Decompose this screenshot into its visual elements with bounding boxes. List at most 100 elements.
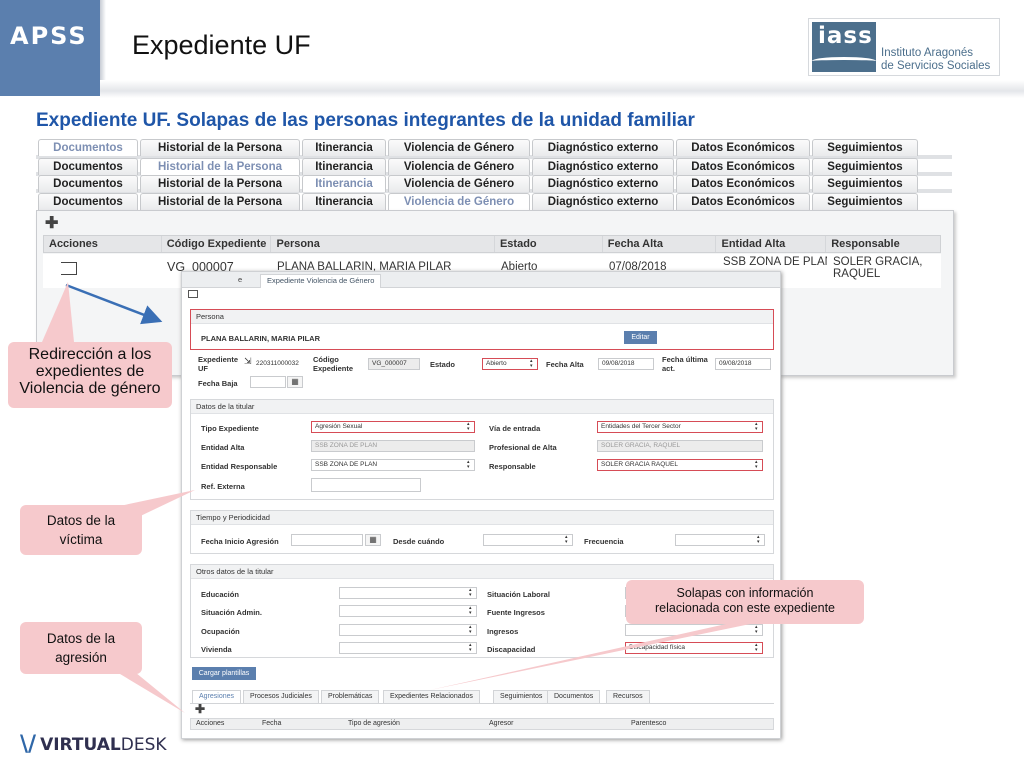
estado-select[interactable]: Abierto [482,358,538,370]
fecha-alta-label: Fecha Alta [546,360,584,369]
fecha-inicio-field[interactable] [291,534,363,546]
expediente-uf-value: 220311000032 [256,360,299,367]
desde-cuando-select[interactable] [483,534,573,546]
persona-name: PLANA BALLARIN, MARIA PILAR [201,334,321,343]
tab-procesos-judiciales[interactable]: Procesos Judiciales [243,690,319,703]
tab-bar-2: Documentos Historial de la Persona Itine… [38,158,920,175]
print-icon[interactable] [188,290,198,298]
ref-externa-input[interactable] [311,478,421,492]
tab-documentos[interactable]: Documentos [38,158,138,175]
tab-datos-economicos[interactable]: Datos Económicos [676,158,810,175]
tab-datos-economicos[interactable]: Datos Económicos [676,139,810,156]
vivienda-label: Vivienda [201,645,232,654]
virtualdesk-text-desk: DESK [120,734,167,755]
ocupacion-select[interactable] [339,624,477,636]
responsable-line1: SOLER GRACIA, [833,256,923,268]
tab-historial[interactable]: Historial de la Persona [140,193,300,210]
ingresos-label: Ingresos [487,627,519,636]
situacion-admin-select[interactable] [339,605,477,617]
tab-itinerancia[interactable]: Itinerancia [302,193,386,210]
tab-bar-1: Documentos Historial de la Persona Itine… [38,139,920,156]
col-tipo-agresion: Tipo de agresión [348,720,400,727]
tab-documentos[interactable]: Documentos [547,690,601,703]
titular-section: Datos de la titular Tipo Expediente Agre… [190,399,774,500]
callout-victima-line1: Datos de la [46,513,116,528]
callout-agresion-line1: Datos de la [46,631,116,646]
calendar-icon[interactable]: ▦ [365,534,381,546]
tab-itinerancia[interactable]: Itinerancia [302,175,386,192]
tab-violencia[interactable]: Violencia de Género [388,193,530,210]
callout-redireccion-line1: Redirección a los [28,346,152,363]
via-entrada-select[interactable]: Entidades del Tercer Sector [597,421,763,433]
edit-button[interactable]: Editar [624,331,657,344]
tab-expedientes-relacionados[interactable]: Expedientes Relacionados [383,690,480,703]
expediente-uf-link-icon[interactable]: ⇲ [244,356,252,367]
fecha-alta-field[interactable]: 09/08/2018 [598,358,654,370]
iass-logo: iass Instituto Aragonés de Servicios Soc… [808,18,1000,76]
form-tab-prev[interactable]: e [232,274,248,288]
frecuencia-select[interactable] [675,534,765,546]
tab-diagnostico[interactable]: Diagnóstico externo [532,158,674,175]
tab-seguimientos[interactable]: Seguimientos [812,193,918,210]
tab-datos-economicos[interactable]: Datos Económicos [676,193,810,210]
tab-seguimientos[interactable]: Seguimientos [493,690,550,703]
callout-agresion: Datos de la agresión [20,622,142,674]
fecha-baja-field[interactable] [250,376,286,388]
tab-seguimientos[interactable]: Seguimientos [812,158,918,175]
redirect-icon[interactable] [61,262,77,275]
persona-section-title: Persona [191,310,773,324]
tab-violencia[interactable]: Violencia de Género [388,175,530,192]
tab-historial[interactable]: Historial de la Persona [140,175,300,192]
persona-section: Persona PLANA BALLARIN, MARIA PILAR Edit… [190,309,774,350]
tab-documentos[interactable]: Documentos [38,175,138,192]
fecha-ultima-field: 09/08/2018 [715,358,771,370]
tab-violencia[interactable]: Violencia de Género [388,158,530,175]
tab-historial[interactable]: Historial de la Persona [140,158,300,175]
add-agresion-icon[interactable]: ✚ [195,702,205,716]
col-fecha-alta: Fecha Alta [603,236,717,252]
tab-diagnostico[interactable]: Diagnóstico externo [532,139,674,156]
entidad-responsable-select[interactable]: SSB ZONA DE PLAN [311,459,475,471]
tab-recursos[interactable]: Recursos [606,690,650,703]
tab-itinerancia[interactable]: Itinerancia [302,158,386,175]
educacion-select[interactable] [339,587,477,599]
tab-violencia[interactable]: Violencia de Género [388,139,530,156]
frecuencia-label: Frecuencia [584,537,624,546]
tab-datos-economicos[interactable]: Datos Económicos [676,175,810,192]
discapacidad-select[interactable]: Discapacidad física [625,642,763,654]
cargar-plantillas-button[interactable]: Cargar plantillas [192,667,256,680]
vivienda-select[interactable] [339,642,477,654]
tab-documentos[interactable]: Documentos [38,139,138,156]
tab-diagnostico[interactable]: Diagnóstico externo [532,175,674,192]
tab-seguimientos[interactable]: Seguimientos [812,175,918,192]
callout-solapas-line1: Solapas con información [676,586,814,600]
cell-responsable: SOLER GRACIA, RAQUEL [827,254,941,288]
cell-acciones [43,254,161,288]
titular-section-title: Datos de la titular [191,400,773,414]
estado-label: Estado [430,360,456,369]
situacion-laboral-label: Situación Laboral [487,590,550,599]
col-acciones: Acciones [196,720,225,727]
callout-redireccion-line2: expedientes de [35,363,145,380]
tab-problematicas[interactable]: Problemáticas [321,690,380,703]
tab-historial[interactable]: Historial de la Persona [140,139,300,156]
tipo-expediente-select[interactable]: Agresión Sexual [311,421,475,433]
form-tab-expediente-vg[interactable]: Expediente Violencia de Género [260,274,382,288]
responsable-select[interactable]: SOLER GRACIA RAQUEL [597,459,763,471]
desde-cuando-label: Desde cuándo [393,537,445,546]
ingresos-select[interactable] [625,624,763,636]
tab-documentos[interactable]: Documentos [38,193,138,210]
tab-itinerancia[interactable]: Itinerancia [302,139,386,156]
add-icon[interactable]: ✚ [45,213,58,233]
tab-seguimientos[interactable]: Seguimientos [812,139,918,156]
col-parentesco: Parentesco [631,720,667,727]
tab-underline [190,703,774,704]
apss-logo: APSS [0,0,100,96]
calendar-icon[interactable]: ▦ [287,376,303,388]
profesional-alta-field: SOLER GRACIA, RAQUEL [597,440,763,452]
form-tabs: e Expediente Violencia de Género [182,272,780,288]
ocupacion-label: Ocupación [201,627,240,636]
tab-diagnostico[interactable]: Diagnóstico externo [532,193,674,210]
virtualdesk-logo: \/ VIRTUALDESK [20,732,167,757]
responsable-label: Responsable [489,462,536,471]
